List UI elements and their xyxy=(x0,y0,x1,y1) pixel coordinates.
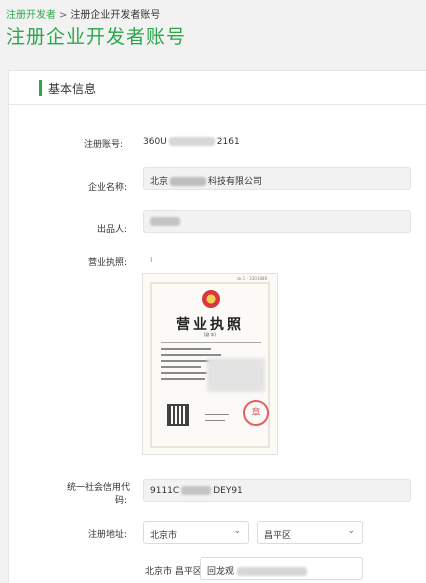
province-value: 北京市 xyxy=(150,531,178,541)
redacted-blur xyxy=(181,486,212,495)
chevron-down-icon: ⌄ xyxy=(233,526,241,536)
redacted-blur xyxy=(170,177,207,186)
section-title: 基本信息 xyxy=(48,82,97,96)
account-value-suffix: 2161 xyxy=(216,137,240,147)
redacted-blur xyxy=(168,137,215,146)
national-emblem-icon xyxy=(202,290,220,308)
license-text-line xyxy=(161,378,205,380)
credit-code-prefix: 9111C xyxy=(150,486,180,496)
page-title: 注册企业开发者账号 xyxy=(6,26,187,48)
province-select[interactable]: 北京市 ⌄ xyxy=(143,521,249,544)
license-text-line xyxy=(205,414,229,415)
credit-code-field[interactable]: 9111C DEY91 xyxy=(143,479,411,502)
redacted-blur xyxy=(237,567,308,576)
account-value-prefix: 360U xyxy=(143,137,167,147)
publisher-label: 出品人: xyxy=(97,225,128,235)
section-header: 基本信息 xyxy=(9,71,426,105)
license-subtitle: (副 本) xyxy=(203,332,217,337)
chevron-down-icon: ⌄ xyxy=(347,526,355,536)
license-text-line xyxy=(161,342,261,343)
credit-code-suffix: DEY91 xyxy=(213,486,243,496)
license-text-line xyxy=(161,366,201,368)
address-detail-value: 回龙观 xyxy=(207,567,235,577)
license-serial: № 1 - 3301888 xyxy=(237,276,267,281)
section-accent-bar xyxy=(39,80,42,96)
company-label: 企业名称: xyxy=(88,183,128,193)
address-detail-input[interactable]: 回龙观 xyxy=(200,557,363,580)
license-label: 营业执照: xyxy=(88,258,128,268)
license-text-line xyxy=(161,354,221,356)
breadcrumb-link-register-developer[interactable]: 注册开发者 xyxy=(6,10,56,21)
breadcrumb: 注册开发者 > 注册企业开发者账号 xyxy=(6,6,160,21)
redacted-blur xyxy=(207,358,265,392)
address-label: 注册地址: xyxy=(88,530,128,540)
license-text-line xyxy=(161,372,207,374)
company-name-field[interactable]: 北京 科技有限公司 xyxy=(143,167,411,190)
credit-code-label-line2: 码: xyxy=(115,496,128,506)
account-label: 注册账号: xyxy=(84,140,124,150)
license-text-line xyxy=(161,348,211,350)
business-license-image[interactable]: № 1 - 3301888 营业执照 (副 本) 章 xyxy=(142,273,278,455)
district-value: 昌平区 xyxy=(264,531,292,541)
official-seal-icon: 章 xyxy=(243,400,269,426)
address-prefix: 北京市 昌平区 xyxy=(145,567,202,577)
company-value-suffix: 科技有限公司 xyxy=(208,177,263,187)
breadcrumb-current: 注册企业开发者账号 xyxy=(70,10,161,21)
credit-code-label-line1: 统一社会信用代 xyxy=(67,483,131,493)
license-marker: ı xyxy=(150,255,153,265)
account-value: 360U 2161 xyxy=(143,137,240,147)
company-value-prefix: 北京 xyxy=(150,177,169,187)
license-text-line xyxy=(205,420,225,421)
redacted-blur xyxy=(150,217,180,226)
publisher-field[interactable] xyxy=(143,210,411,233)
license-title: 营业执照 xyxy=(176,317,244,333)
qr-code-icon xyxy=(167,404,189,426)
breadcrumb-separator: > xyxy=(59,10,68,21)
district-select[interactable]: 昌平区 ⌄ xyxy=(257,521,363,544)
